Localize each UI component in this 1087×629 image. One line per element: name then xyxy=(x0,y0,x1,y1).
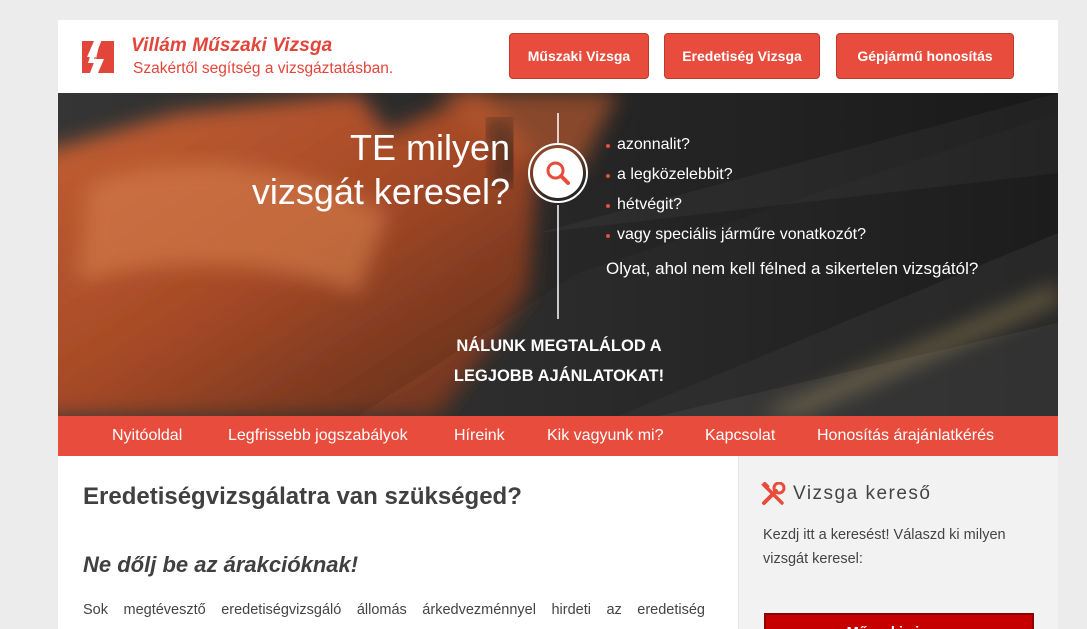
divider-line-bottom xyxy=(557,205,559,319)
nav-item-kik-vagyunk[interactable]: Kik vagyunk mi? xyxy=(547,416,664,456)
nav-item-nyitooldal[interactable]: Nyitóoldal xyxy=(112,416,182,456)
hero-question: Olyat, ahol nem kell félned a sikertelen… xyxy=(606,259,979,278)
sidebar-text: Kezdj itt a keresést! Válaszd ki milyen … xyxy=(763,527,1006,567)
muszaki-vizsga-button[interactable]: Műszaki Vizsga xyxy=(509,33,649,79)
page: Villám Műszaki Vizsga Szakértől segítség… xyxy=(58,20,1058,629)
bullet-item: hétvégit? xyxy=(604,193,866,223)
sidebar: Vizsga kereső Kezdj itt a keresést! Vála… xyxy=(738,456,1058,629)
divider-line-top xyxy=(557,113,559,143)
nav-item-honositas[interactable]: Honosítás árajánlatkérés xyxy=(817,416,994,456)
gepjarmu-honositas-button[interactable]: Gépjármű honosítás xyxy=(836,33,1014,79)
bullet-item: azonnalit? xyxy=(604,133,866,163)
sidebar-muszaki-vizsga-button[interactable]: Műszaki vizsga xyxy=(764,613,1034,629)
hero-title: TE milyen vizsgát keresel? xyxy=(252,126,510,214)
page-subtitle: Ne dőlj be az árakcióknak! xyxy=(83,552,359,577)
tools-icon xyxy=(761,482,786,505)
brand-tagline: Szakértől segítség a vizsgáztatásban. xyxy=(133,60,394,77)
hero-cta-line2: LEGJOBB AJÁNLATOKAT! xyxy=(453,367,665,385)
nav-item-jogszabalyok[interactable]: Legfrissebb jogszabályok xyxy=(228,416,408,456)
nav-item-hireink[interactable]: Híreink xyxy=(454,416,505,456)
lightning-logo-icon[interactable] xyxy=(80,35,118,79)
eredetiseg-vizsga-button[interactable]: Eredetiség Vizsga xyxy=(664,33,820,79)
hero-title-line1: TE milyen xyxy=(349,127,510,168)
nav-item-kapcsolat[interactable]: Kapcsolat xyxy=(705,416,775,456)
search-icon xyxy=(546,161,570,185)
hero-cta-text: NÁLUNK MEGTALÁLOD A LEGJOBB AJÁNLATOKAT! xyxy=(444,331,674,391)
hero-banner: TE milyen vizsgát keresel? azonnalit? a … xyxy=(58,93,1058,416)
brand-title[interactable]: Villám Műszaki Vizsga xyxy=(131,35,332,57)
main-content: Eredetiségvizsgálatra van szükséged? Ne … xyxy=(58,456,738,629)
hero-search-button[interactable] xyxy=(528,143,588,203)
bullet-item: vagy speciális járműre vonatkozót? xyxy=(604,223,866,253)
search-icon-wrap xyxy=(533,148,583,198)
hero-title-line2: vizsgát keresel? xyxy=(251,171,510,212)
page-title: Eredetiségvizsgálatra van szükséged? xyxy=(83,483,522,510)
bullet-item: a legközelebbit? xyxy=(604,163,866,193)
main-nav: Nyitóoldal Legfrissebb jogszabályok Híre… xyxy=(58,416,1058,456)
hero-cta-line1: NÁLUNK MEGTALÁLOD A xyxy=(456,337,662,355)
hero-bullet-list: azonnalit? a legközelebbit? hétvégit? va… xyxy=(604,133,866,253)
sidebar-title: Vizsga kereső xyxy=(793,483,932,504)
header: Villám Műszaki Vizsga Szakértől segítség… xyxy=(58,20,1058,93)
content-paragraph: Sok megtévesztő eredetiségvizsgáló állom… xyxy=(83,602,705,618)
